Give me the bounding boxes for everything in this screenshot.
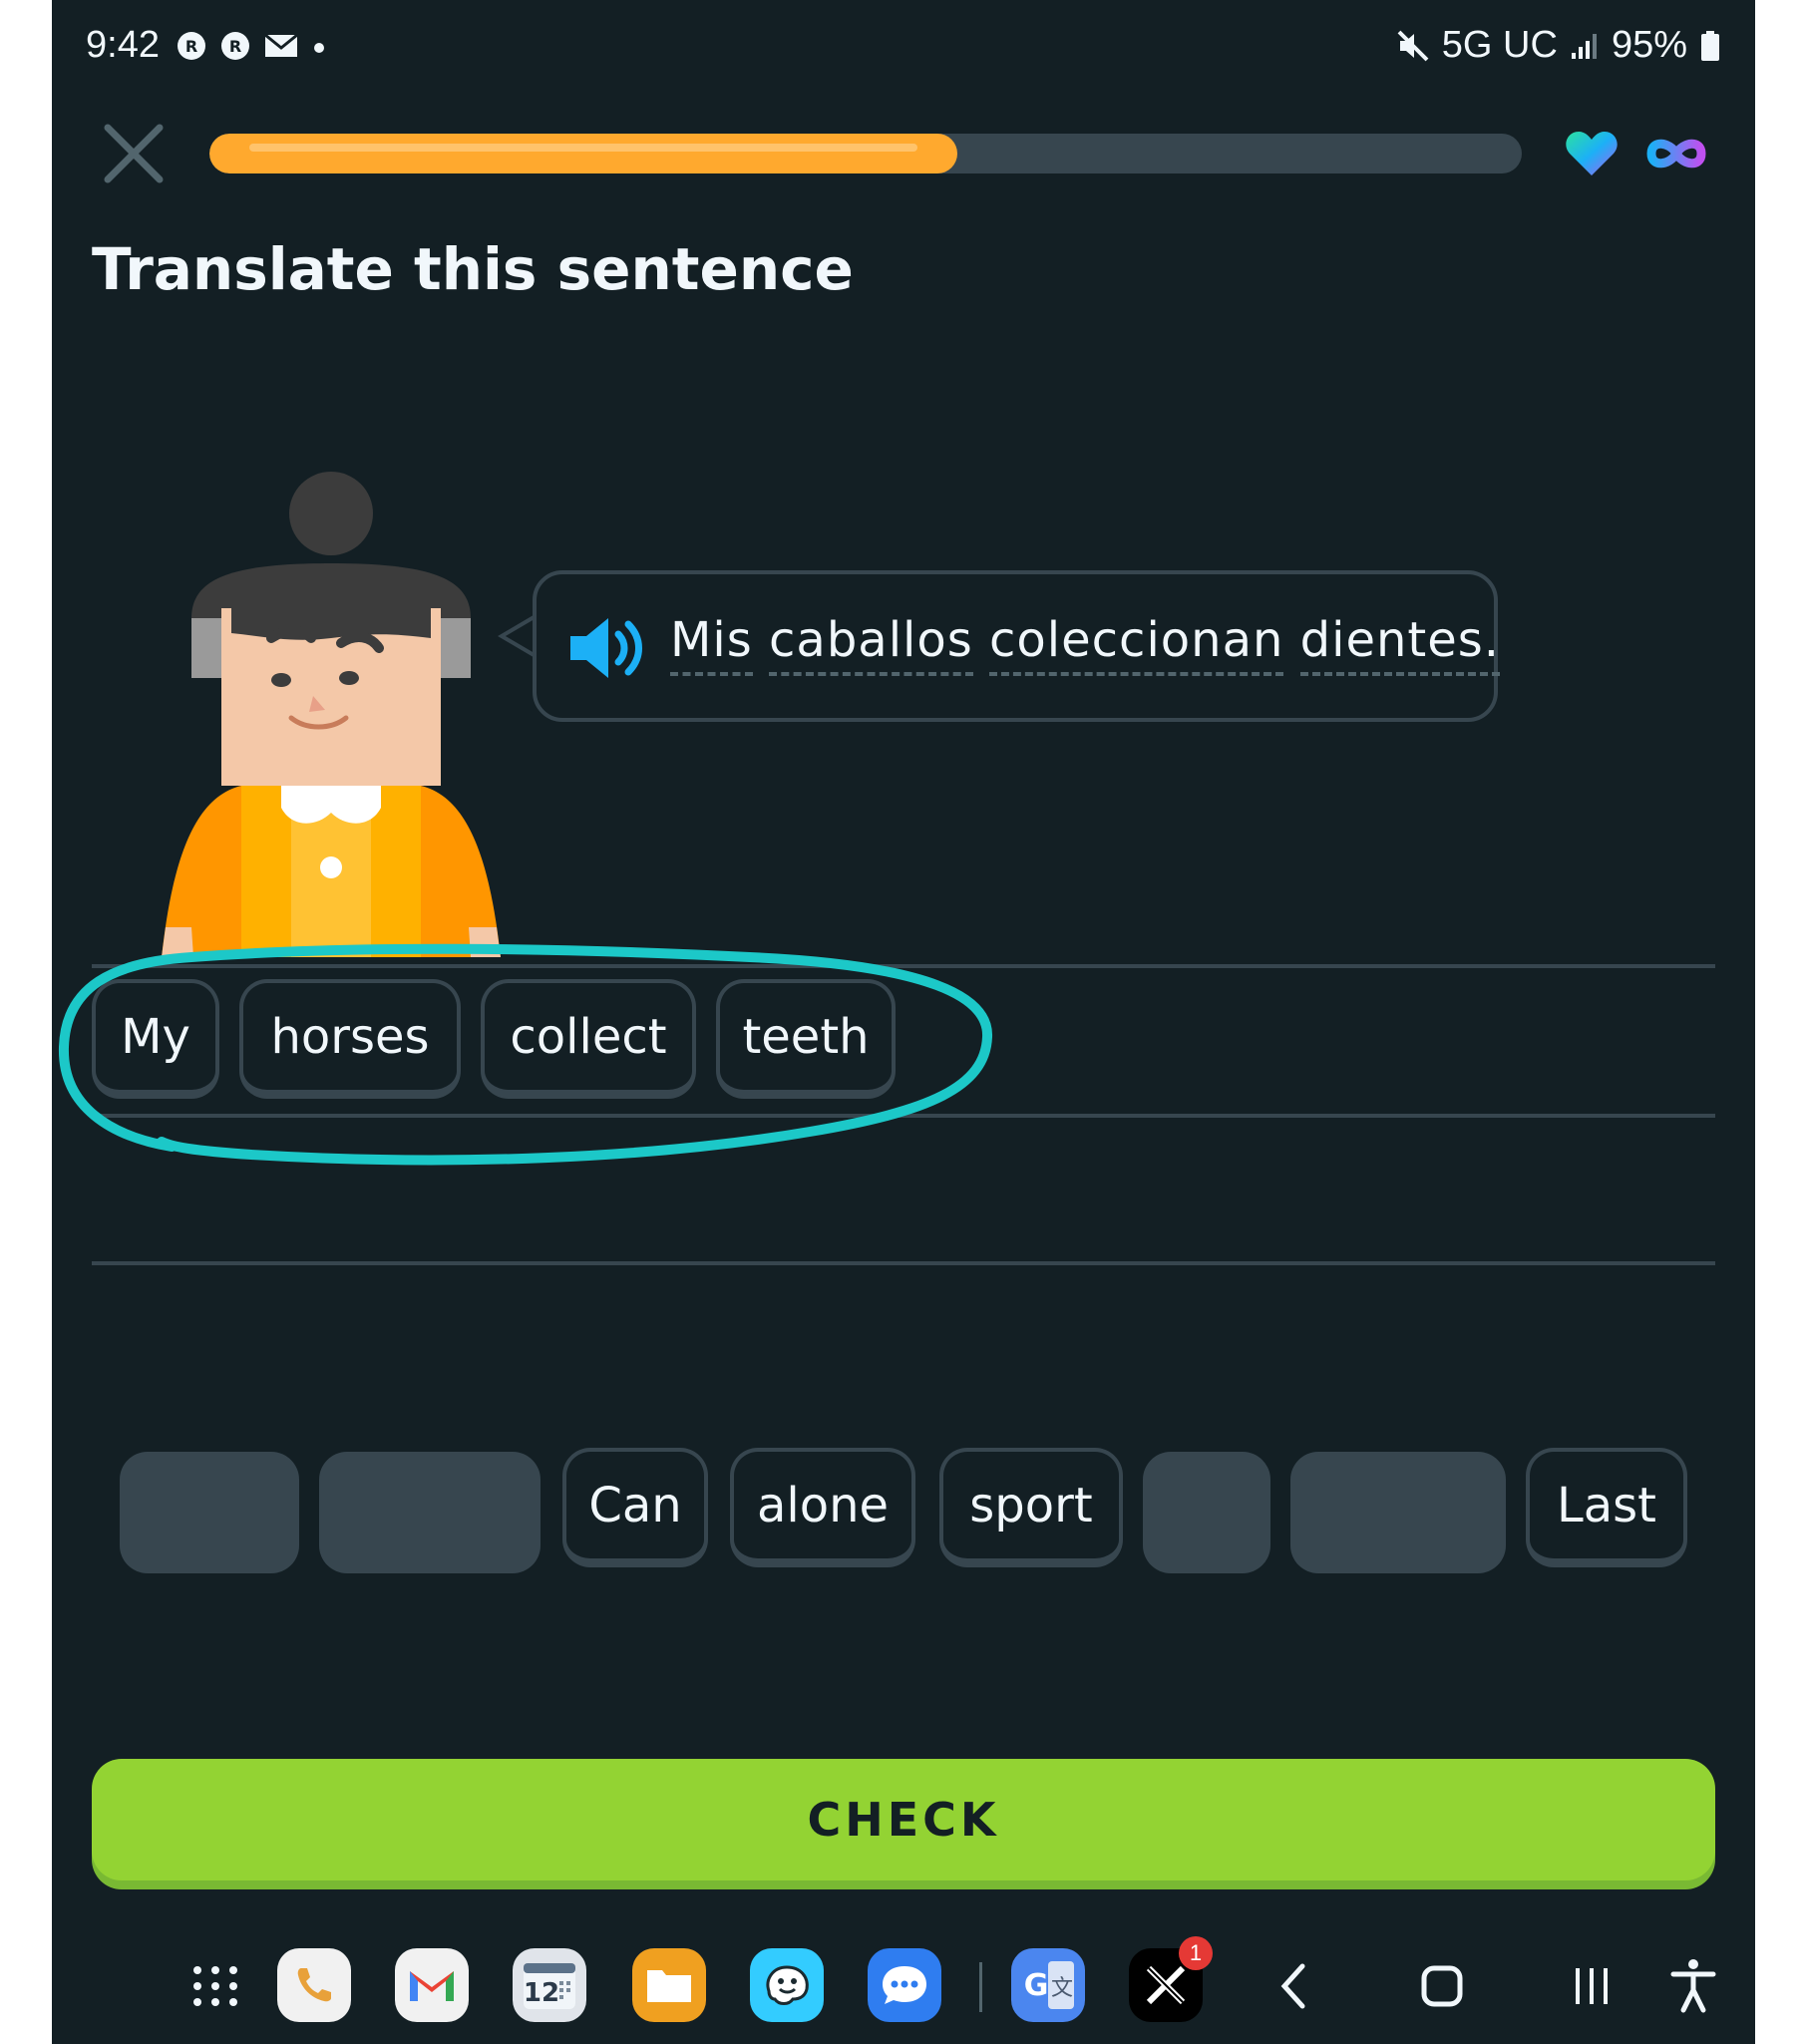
accessibility-icon[interactable] (1663, 1956, 1723, 2016)
speaker-icon[interactable] (564, 610, 648, 686)
answer-chip[interactable]: My (92, 979, 219, 1099)
used-word-slot (319, 1452, 541, 1573)
battery-icon (1701, 30, 1719, 61)
answer-line (92, 964, 1715, 968)
notification-badge: 1 (1179, 1936, 1213, 1970)
status-bar: 9:42 R R 5G UC 95% (52, 0, 1755, 100)
svg-text:文: 文 (1051, 1976, 1073, 2001)
infinity-icon (1646, 139, 1706, 169)
svg-text:R: R (185, 37, 197, 56)
prompt-word[interactable]: Mis (670, 612, 753, 676)
exercise-title: Translate this sentence (92, 235, 854, 303)
messages-icon[interactable] (868, 1948, 941, 2022)
waze-icon[interactable] (750, 1948, 824, 2022)
calendar-day: 12 (524, 1978, 559, 2008)
battery-label: 95% (1611, 24, 1687, 66)
reddit-icon: R (178, 32, 205, 60)
used-word-slot (1143, 1452, 1270, 1573)
x-icon[interactable]: 1 (1129, 1936, 1213, 2022)
recents-icon[interactable] (1562, 1956, 1622, 2016)
answer-chip[interactable]: horses (239, 979, 461, 1099)
answer-chip[interactable]: teeth (716, 979, 896, 1099)
mute-icon (1397, 30, 1429, 61)
check-button[interactable]: CHECK (92, 1759, 1715, 1880)
progress-fill (209, 134, 957, 173)
signal-icon (1571, 33, 1597, 59)
taskbar-divider (979, 1962, 982, 2012)
used-word-slot (1290, 1452, 1506, 1573)
back-icon[interactable] (1265, 1956, 1324, 2016)
used-word-slot (120, 1452, 299, 1573)
word-bank-chip[interactable]: Last (1526, 1448, 1687, 1567)
prompt-word[interactable]: caballos (769, 612, 973, 676)
prompt-word[interactable]: coleccionan (989, 612, 1284, 676)
progress-shine (249, 144, 917, 152)
phone-icon[interactable] (277, 1948, 351, 2022)
dot-icon (314, 43, 324, 53)
status-right: 5G UC 95% (1396, 24, 1721, 67)
heart-icon[interactable] (1564, 128, 1620, 179)
phone-screen: 9:42 R R 5G UC 95% Translate this senten… (52, 0, 1755, 2044)
apps-grid-icon[interactable] (185, 1956, 245, 2016)
word-bank-chip[interactable]: sport (939, 1448, 1123, 1567)
answer-line (92, 1261, 1715, 1265)
network-label: 5G UC (1441, 24, 1558, 66)
gmail-icon[interactable] (395, 1948, 469, 2022)
svg-text:G: G (1024, 1968, 1049, 2003)
prompt-sentence: Mis caballos coleccionan dientes. (670, 612, 1501, 676)
word-bank-chip[interactable]: Can (562, 1448, 708, 1567)
svg-text:R: R (229, 37, 241, 56)
taskbar: 12 G文 1 (52, 1934, 1755, 2044)
home-icon[interactable] (1412, 1956, 1472, 2016)
word-bank-chip[interactable]: alone (730, 1448, 915, 1567)
lesson-progress-bar (209, 134, 1522, 173)
mail-icon (264, 33, 298, 57)
answer-chip[interactable]: collect (481, 979, 696, 1099)
google-translate-icon[interactable]: G文 (1011, 1948, 1085, 2022)
calendar-icon[interactable]: 12 (513, 1948, 586, 2022)
status-time: 9:42 (86, 24, 160, 66)
reddit-icon: R (221, 32, 249, 60)
close-icon[interactable] (102, 122, 166, 185)
prompt-word[interactable]: dientes. (1299, 612, 1501, 676)
answer-line (92, 1114, 1715, 1118)
files-icon[interactable] (632, 1948, 706, 2022)
character-illustration (162, 472, 501, 957)
